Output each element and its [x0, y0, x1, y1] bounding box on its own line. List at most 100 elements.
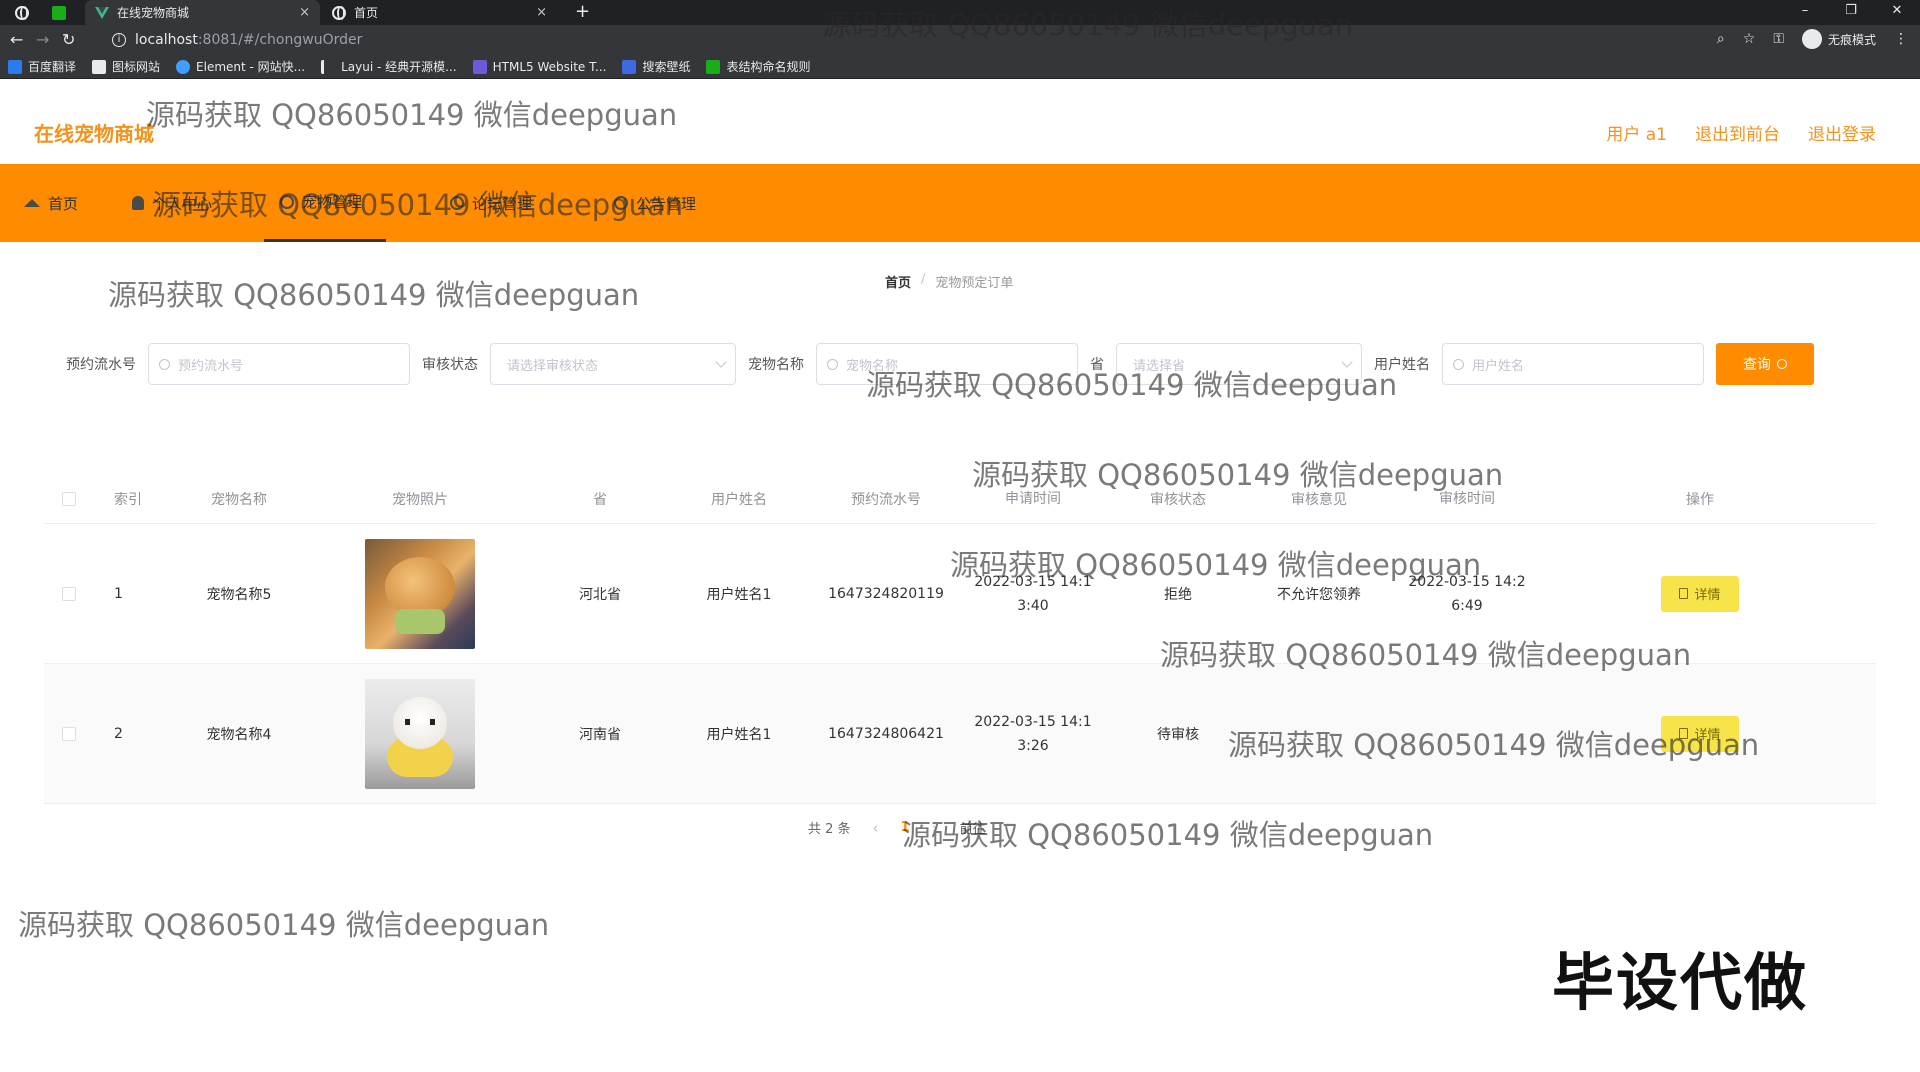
page-number[interactable]: 1: [901, 820, 910, 835]
document-icon: [1679, 588, 1689, 599]
pinned-tab-globe[interactable]: [11, 3, 33, 23]
province: 河南省: [579, 726, 621, 743]
user-name: 用户姓名1: [706, 726, 772, 743]
audit-status: 拒绝: [1164, 586, 1192, 603]
detail-label: 详情: [1694, 588, 1721, 603]
column-header: 索引: [114, 491, 142, 508]
province-label: 省: [1090, 357, 1104, 373]
photo-cell: [304, 538, 536, 649]
menu-label: 个人中心: [152, 194, 213, 213]
bookmark-item[interactable]: 搜索壁纸: [622, 58, 690, 75]
province-placeholder: 请选择省: [1133, 358, 1186, 374]
vue-icon: [95, 6, 109, 19]
star-icon[interactable]: ☆: [1743, 31, 1756, 47]
serial-input[interactable]: 预约流水号: [148, 343, 410, 385]
translate-icon: [8, 59, 22, 74]
pinned-tab-green[interactable]: [48, 3, 70, 23]
url-host: localhost: [135, 32, 198, 48]
info-icon[interactable]: i: [112, 33, 126, 47]
watermark: 源码获取 QQ86050149 微信deepguan: [18, 908, 550, 942]
column-header: 操作: [1686, 491, 1714, 508]
detail-button[interactable]: 详情: [1661, 715, 1739, 752]
back-arrow-icon[interactable]: ←: [10, 29, 23, 51]
url-field[interactable]: i localhost:8081/#/chongwuOrder: [112, 28, 1732, 52]
next-page-button[interactable]: ›: [932, 819, 938, 837]
search-icon: [1777, 359, 1787, 369]
bookmark-label: HTML5 Website T...: [492, 59, 607, 74]
restore-button[interactable]: ❐: [1828, 0, 1874, 25]
column-header: 用户姓名: [711, 491, 767, 508]
bookmark-item[interactable]: 百度翻译: [8, 58, 76, 75]
apply-time-line: 3:26: [1017, 737, 1049, 754]
close-window-button[interactable]: ✕: [1874, 0, 1920, 25]
current-user: 用户 a1: [1606, 125, 1667, 145]
status-label: 审核状态: [422, 357, 478, 373]
detail-button[interactable]: 详情: [1661, 575, 1739, 612]
audit-time-line: 6:49: [1451, 597, 1483, 614]
tab-close-icon[interactable]: ×: [536, 5, 547, 20]
row-checkbox[interactable]: [44, 726, 94, 741]
menu-item-home[interactable]: 首页: [24, 164, 78, 242]
menu-item-profile[interactable]: 个人中心: [132, 164, 212, 242]
bookmark-label: Element - 网站快...: [196, 60, 306, 74]
pet-name: 宠物名称4: [206, 726, 272, 743]
select-all-checkbox[interactable]: [44, 491, 94, 506]
incognito-indicator[interactable]: 无痕模式: [1801, 29, 1876, 49]
home-icon: [24, 199, 40, 207]
chevron-down-icon: [1341, 356, 1353, 368]
forward-arrow-icon[interactable]: →: [36, 29, 49, 51]
menu-label: 宠物管理: [302, 193, 363, 211]
app-header: 在线宠物商城 用户 a1 退出到前台 退出登录: [0, 80, 1920, 164]
row-checkbox[interactable]: [44, 586, 94, 601]
search-form: 预约流水号 预约流水号 审核状态 请选择审核状态 宠物名称 宠物名称 省 请选择…: [66, 342, 1814, 386]
bookmark-item[interactable]: HTML5 Website T...: [472, 59, 607, 74]
bookmark-label: 图标网站: [112, 60, 161, 74]
reload-icon[interactable]: ↻: [62, 29, 75, 51]
browser-tab-active[interactable]: 在线宠物商城 ×: [85, 0, 320, 25]
site-logo[interactable]: 在线宠物商城: [34, 118, 154, 147]
bookmark-label: 搜索壁纸: [642, 60, 691, 74]
total-count: 共 2 条: [808, 822, 851, 837]
breadcrumb-home[interactable]: 首页: [885, 272, 911, 291]
more-menu-icon[interactable]: ⋮: [1894, 31, 1908, 47]
circle-icon: [614, 196, 628, 210]
column-header: 省: [593, 491, 607, 508]
menu-item-forum[interactable]: 论坛管理: [450, 164, 532, 242]
pet-photo[interactable]: [365, 678, 475, 789]
bookmark-item[interactable]: Layui - 经典开源模...: [321, 58, 457, 75]
province-select[interactable]: 请选择省: [1116, 343, 1362, 385]
key-icon[interactable]: ⚿: [1773, 31, 1784, 47]
new-tab-button[interactable]: +: [575, 0, 590, 25]
bookmark-item[interactable]: Element - 网站快...: [176, 58, 305, 75]
globe-icon: [332, 5, 346, 20]
tab-title: 首页: [354, 6, 379, 20]
bookmark-item[interactable]: 表结构命名规则: [706, 58, 810, 75]
apply-time-line: 3:40: [1017, 597, 1049, 614]
minimize-button[interactable]: –: [1782, 0, 1828, 25]
zoom-icon[interactable]: ⌕: [1717, 31, 1725, 47]
menu-item-notice[interactable]: 公告管理: [614, 164, 696, 242]
row-index: 2: [114, 725, 123, 742]
menu-label: 公告管理: [636, 194, 697, 213]
pet-name-input[interactable]: 宠物名称: [816, 343, 1078, 385]
document-icon: [1679, 728, 1689, 739]
query-button[interactable]: 查询: [1716, 343, 1814, 385]
menu-item-pets[interactable]: 宠物管理: [264, 164, 387, 242]
logout-link[interactable]: 退出登录: [1808, 120, 1876, 145]
column-header: 审核状态: [1150, 491, 1206, 508]
chevron-down-icon: [715, 356, 727, 368]
layui-icon: [321, 59, 336, 74]
browser-tab[interactable]: 首页 ×: [322, 0, 557, 25]
status-select[interactable]: 请选择审核状态: [490, 343, 736, 385]
user-name-input[interactable]: 用户姓名: [1442, 343, 1704, 385]
province: 河北省: [579, 586, 621, 603]
column-header: 宠物名称: [211, 491, 267, 508]
wallpaper-icon: [622, 59, 637, 74]
tab-close-icon[interactable]: ×: [299, 5, 310, 20]
pet-photo[interactable]: [365, 538, 475, 649]
back-to-front-link[interactable]: 退出到前台: [1695, 120, 1780, 145]
prev-page-button[interactable]: ‹: [873, 819, 879, 837]
apply-time: 2022-03-15 14:1 3:26: [958, 710, 1108, 758]
bookmark-item[interactable]: 图标网站: [92, 58, 160, 75]
photo-cell: [304, 678, 536, 789]
